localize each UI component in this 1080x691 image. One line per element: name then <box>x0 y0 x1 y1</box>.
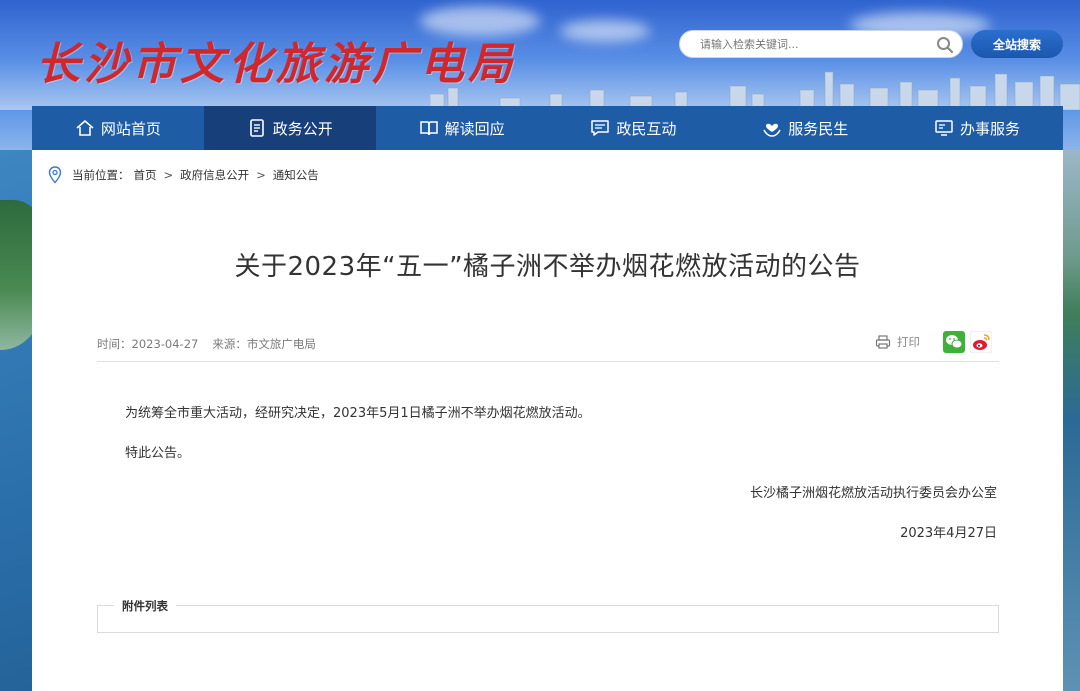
printer-icon <box>875 335 891 349</box>
attachment-list-label: 附件列表 <box>114 598 176 614</box>
article-signature: 长沙橘子洲烟花燃放活动执行委员会办公室 <box>749 486 997 501</box>
breadcrumb: 当前位置： 首页 > 政府信息公开 > 通知公告 <box>48 166 319 184</box>
print-button[interactable]: 打印 <box>875 334 920 350</box>
nav-item-label: 政务公开 <box>272 119 333 138</box>
nav-item-label: 办事服务 <box>960 119 1021 138</box>
breadcrumb-gov-info[interactable]: 政府信息公开 <box>180 167 249 183</box>
search-box <box>679 30 963 58</box>
nav-item-gov-open[interactable]: 政务公开 <box>203 106 376 150</box>
article-paragraph: 为统筹全市重大活动，经研究决定，2023年5月1日橘子洲不举办烟花燃放活动。 <box>125 406 591 421</box>
riverbank-right <box>1062 150 1080 691</box>
content-panel: 当前位置： 首页 > 政府信息公开 > 通知公告 关于2023年“五一”橘子洲不… <box>32 150 1063 691</box>
nav-item-label: 网站首页 <box>100 119 161 138</box>
city-skyline <box>430 71 1080 110</box>
site-logo[interactable]: 长沙市文化旅游广电局 <box>36 28 516 92</box>
publish-time: 时间：2023-04-27 <box>97 337 199 351</box>
article-date: 2023年4月27日 <box>900 526 997 541</box>
cloud <box>560 20 650 42</box>
monitor-icon <box>935 120 953 136</box>
breadcrumb-home[interactable]: 首页 <box>134 167 157 183</box>
search-input[interactable] <box>700 37 930 51</box>
nav-item-home[interactable]: 网站首页 <box>32 106 204 150</box>
wechat-share-icon[interactable] <box>943 331 965 353</box>
breadcrumb-prefix: 当前位置： <box>72 168 130 182</box>
book-icon <box>419 121 438 136</box>
attachment-list: 附件列表 <box>97 598 999 633</box>
article-source: 来源：市文旅广电局 <box>212 337 316 351</box>
breadcrumb-separator: > <box>163 168 174 182</box>
site-search-button[interactable]: 全站搜索 <box>971 30 1063 58</box>
article-title: 关于2023年“五一”橘子洲不举办烟花燃放活动的公告 <box>234 252 861 282</box>
nav-item-label: 政民互动 <box>616 119 677 138</box>
nav-item-livelihood[interactable]: 服务民生 <box>719 106 891 150</box>
print-label: 打印 <box>897 335 920 349</box>
meta-divider <box>97 361 999 362</box>
heart-hands-icon <box>763 123 781 137</box>
nav-item-label: 解读回应 <box>444 119 505 138</box>
search-icon[interactable] <box>936 36 954 54</box>
nav-item-interaction[interactable]: 政民互动 <box>547 106 719 150</box>
nav-item-services[interactable]: 办事服务 <box>891 106 1063 150</box>
location-pin-icon <box>48 166 62 184</box>
main-nav: 网站首页 政务公开 解读回应 政民互动 服务民生 办事服务 <box>32 106 1063 150</box>
breadcrumb-separator: > <box>256 168 266 182</box>
chat-icon <box>591 120 610 136</box>
document-icon <box>249 119 264 137</box>
nav-item-interpret[interactable]: 解读回应 <box>376 106 548 150</box>
article-paragraph: 特此公告。 <box>125 446 191 461</box>
home-icon <box>76 120 94 136</box>
weibo-share-icon[interactable] <box>970 331 992 353</box>
breadcrumb-notices[interactable]: 通知公告 <box>273 167 319 183</box>
nav-item-label: 服务民生 <box>788 119 849 138</box>
article-meta: 时间：2023-04-27 来源：市文旅广电局 <box>97 336 316 352</box>
